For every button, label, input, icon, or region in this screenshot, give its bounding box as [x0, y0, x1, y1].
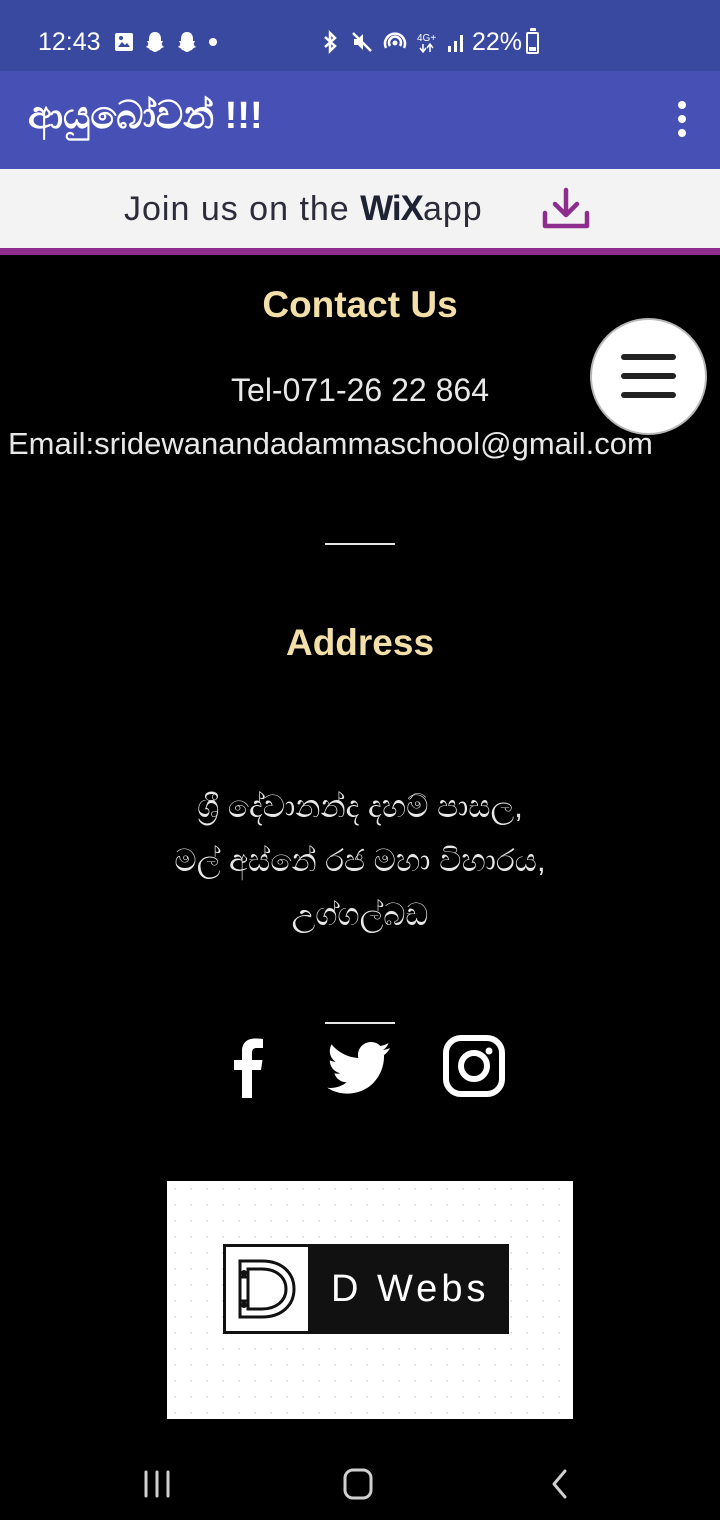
- status-time: 12:43: [38, 28, 101, 56]
- hamburger-menu-button[interactable]: [592, 320, 705, 433]
- dot-icon: [209, 38, 217, 46]
- contact-heading: Contact Us: [262, 284, 458, 325]
- svg-text:4G+: 4G+: [417, 33, 436, 44]
- banner-text: Join us on the WiXapp: [124, 189, 483, 229]
- address-text: ශ්‍රී දේවානන්ද දහම් පාසල, මල් අස්නේ රජ ම…: [0, 780, 720, 942]
- d-logo-mark: [226, 1247, 308, 1331]
- signal-icon: [448, 35, 463, 52]
- bluetooth-icon: [324, 30, 337, 54]
- divider: [325, 543, 395, 545]
- menu-line: [621, 354, 676, 360]
- address-heading: Address: [285, 622, 435, 663]
- twitter-icon[interactable]: [326, 1032, 396, 1102]
- app-bar: ආයුබෝවන් !!!: [0, 71, 720, 169]
- system-icons: 4G+: [320, 30, 468, 54]
- app-title: ආයුබෝවන් !!!: [28, 95, 263, 137]
- address-line: ශ්‍රී දේවානන්ද දහම් පාසල,: [197, 789, 523, 824]
- battery-percent: 22%: [472, 28, 523, 56]
- battery-icon: [526, 28, 539, 54]
- social-links: [0, 1032, 720, 1102]
- d-monogram-icon: [238, 1259, 296, 1319]
- mute-icon: [352, 32, 372, 52]
- download-icon[interactable]: [540, 186, 592, 231]
- more-vert-icon[interactable]: [670, 101, 694, 141]
- banner-suffix: app: [422, 190, 483, 228]
- footer-logo-box[interactable]: D Webs: [167, 1181, 573, 1419]
- home-icon[interactable]: [339, 1466, 377, 1502]
- menu-line: [621, 373, 676, 379]
- notification-icons: [113, 30, 219, 54]
- dwebs-logo: D Webs: [223, 1244, 509, 1334]
- instagram-icon[interactable]: [439, 1032, 509, 1102]
- recents-icon[interactable]: [140, 1466, 174, 1502]
- wix-app-banner[interactable]: Join us on the WiXapp: [0, 169, 720, 255]
- gallery-icon: [115, 33, 133, 51]
- divider: [325, 1022, 395, 1024]
- navigation-bar: [0, 1448, 720, 1520]
- wifi-hotspot-icon: [383, 32, 407, 49]
- contact-email[interactable]: Email:sridewanandadammaschool@gmail.com: [8, 426, 720, 462]
- menu-line: [621, 392, 676, 398]
- facebook-icon[interactable]: [214, 1032, 284, 1102]
- banner-prefix: Join us on the: [124, 190, 361, 228]
- snapchat-icon: [178, 32, 196, 52]
- address-line: මල් අස්නේ රජ මහා විහාරය,: [174, 843, 546, 878]
- back-icon[interactable]: [545, 1466, 575, 1502]
- snapchat-icon: [146, 32, 164, 52]
- dwebs-name: D Webs: [331, 1268, 490, 1310]
- address-line: උග්ගල්බඩ: [291, 897, 429, 932]
- wix-logo: WiX: [360, 189, 424, 228]
- 4g-icon: 4G+: [417, 33, 436, 54]
